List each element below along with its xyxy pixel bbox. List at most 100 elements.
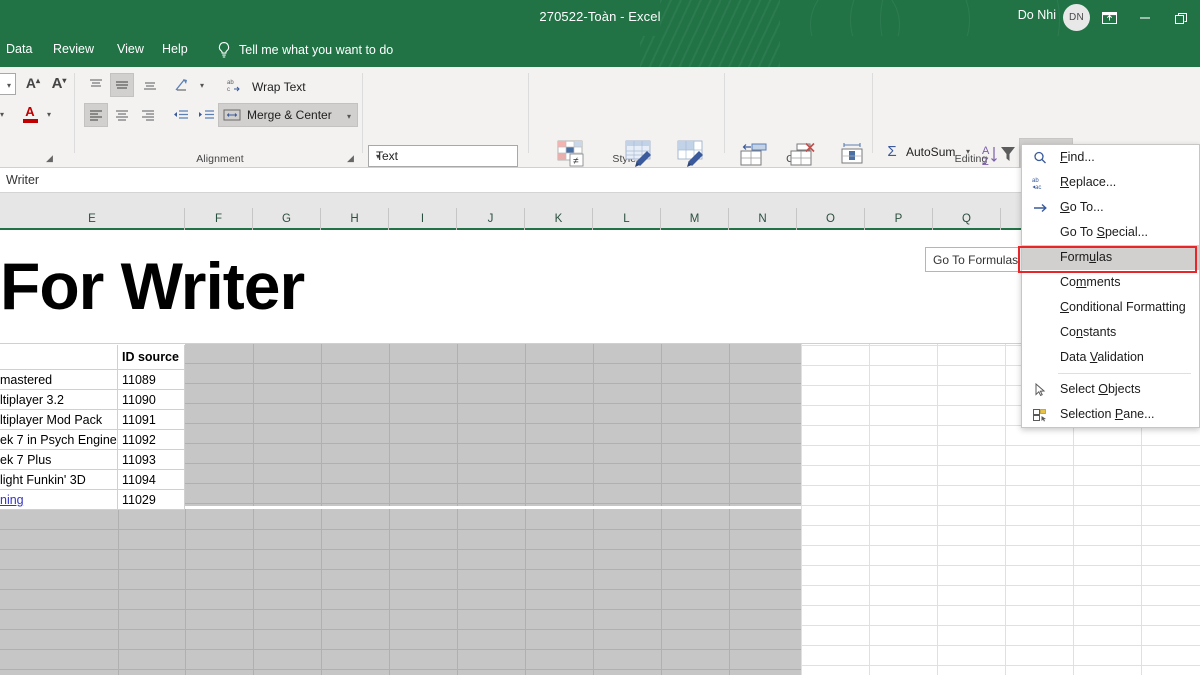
menu-item-conditional-formatting[interactable]: Conditional Formatting xyxy=(1022,295,1199,320)
decrease-indent-icon[interactable] xyxy=(168,103,192,127)
menu-item-label: Comments xyxy=(1060,275,1121,289)
menu-item-select-objects[interactable]: Select Objects xyxy=(1022,377,1199,402)
table-row[interactable]: light Funkin' 3D 11094 xyxy=(0,470,1200,490)
menu-item-formulas[interactable]: Formulas xyxy=(1022,245,1199,270)
increase-font-size-icon[interactable]: A▴ xyxy=(22,73,44,95)
cell-name[interactable] xyxy=(0,345,118,370)
find-and-select-menu[interactable]: Find... ab ac Replace... Go To... Go To Speci… xyxy=(1021,144,1200,428)
menu-item-go-to-special[interactable]: Go To Special... xyxy=(1022,220,1199,245)
tab-help[interactable]: Help xyxy=(162,42,188,56)
table-row[interactable]: ek 7 Plus 11093 xyxy=(0,450,1200,470)
increase-indent-icon[interactable] xyxy=(194,103,218,127)
orientation-icon[interactable] xyxy=(170,73,196,97)
fill-color-chevron-down-icon[interactable]: ▾ xyxy=(0,110,4,119)
ribbon-group-font: ▾ A▴ A▾ ▾ A ▾ ◢ xyxy=(0,67,70,168)
alignment-dialog-launcher[interactable]: ◢ xyxy=(347,153,358,164)
cell-name[interactable]: ek 7 in Psych Engine xyxy=(0,430,118,450)
table-row[interactable]: ning 11029 xyxy=(0,490,1200,510)
cell-id-source[interactable]: 11029 xyxy=(118,490,185,510)
tell-me-input[interactable]: Tell me what you want to do xyxy=(239,43,393,57)
cell-name[interactable]: ltiplayer Mod Pack xyxy=(0,410,118,430)
number-format-chevron-down-icon[interactable]: ▾ xyxy=(376,152,511,161)
menu-item-replace[interactable]: ab ac Replace... xyxy=(1022,170,1199,195)
orientation-chevron-down-icon[interactable]: ▾ xyxy=(200,81,204,90)
column-header-q[interactable]: Q xyxy=(933,208,1001,230)
spreadsheet-grid[interactable]: For Writer ID source mastered 11089 ltiplay… xyxy=(0,230,1200,675)
merge-and-center-button[interactable]: Merge & Center ▾ xyxy=(218,103,358,127)
ribbon: ▾ A▴ A▾ ▾ A ▾ ◢ ▾ ab c Wrap Text Merge &… xyxy=(0,67,1200,214)
menu-item-label: Replace... xyxy=(1060,175,1117,189)
font-color-chevron-down-icon[interactable]: ▾ xyxy=(47,110,51,119)
align-top-icon[interactable] xyxy=(84,73,108,97)
column-header-j[interactable]: J xyxy=(457,208,525,230)
align-bottom-icon[interactable] xyxy=(138,73,162,97)
svg-text:c: c xyxy=(227,87,230,93)
hyperlink[interactable]: ning xyxy=(0,493,24,507)
align-left-icon[interactable] xyxy=(84,103,108,127)
column-header-o[interactable]: O xyxy=(797,208,865,230)
cell-id-source[interactable]: ID source xyxy=(118,345,185,370)
minimize-icon[interactable] xyxy=(1128,5,1162,31)
cell-id-source[interactable]: 11090 xyxy=(118,390,185,410)
decrease-font-size-icon[interactable]: A▾ xyxy=(48,73,70,95)
column-header-m[interactable]: M xyxy=(661,208,729,230)
merge-center-chevron-down-icon[interactable]: ▾ xyxy=(347,112,351,121)
table-row[interactable]: ltiplayer 3.2 11090 xyxy=(0,390,1200,410)
cell-name[interactable]: ning xyxy=(0,490,118,510)
column-header-f[interactable]: F xyxy=(185,208,253,230)
cell-id-source[interactable]: 11091 xyxy=(118,410,185,430)
column-header-i[interactable]: I xyxy=(389,208,457,230)
menu-item-selection-pane[interactable]: Selection Pane... xyxy=(1022,402,1199,427)
cell-id-source[interactable]: 11092 xyxy=(118,430,185,450)
tab-data[interactable]: Data xyxy=(6,42,32,56)
formula-bar[interactable]: Writer xyxy=(0,168,1200,193)
column-header-h[interactable]: H xyxy=(321,208,389,230)
table-row[interactable]: ltiplayer Mod Pack 11091 xyxy=(0,410,1200,430)
menu-item-find[interactable]: Find... xyxy=(1022,145,1199,170)
cell-name[interactable]: light Funkin' 3D xyxy=(0,470,118,490)
menu-item-constants[interactable]: Constants xyxy=(1022,320,1199,345)
column-header-k[interactable]: K xyxy=(525,208,593,230)
cell-id-source[interactable]: 11094 xyxy=(118,470,185,490)
autosum-icon[interactable]: Σ xyxy=(882,141,902,161)
search-icon xyxy=(1029,145,1051,170)
font-color-icon[interactable]: A xyxy=(18,101,42,127)
column-header-e[interactable]: E xyxy=(0,208,185,230)
menu-item-go-to[interactable]: Go To... xyxy=(1022,195,1199,220)
cell-name[interactable]: ek 7 Plus xyxy=(0,450,118,470)
lightbulb-icon[interactable] xyxy=(216,41,232,64)
font-size-box[interactable]: ▾ xyxy=(0,73,16,95)
cell-id-source[interactable]: 11089 xyxy=(118,370,185,390)
selection-pane-icon xyxy=(1029,402,1051,427)
column-header-p[interactable]: P xyxy=(865,208,933,230)
table-row[interactable]: ek 7 in Psych Engine 11092 xyxy=(0,430,1200,450)
wrap-text-label[interactable]: Wrap Text xyxy=(232,80,306,94)
tab-view[interactable]: View xyxy=(117,42,144,56)
menu-separator xyxy=(1058,373,1191,374)
restore-icon[interactable] xyxy=(1164,5,1198,31)
align-right-icon[interactable] xyxy=(136,103,160,127)
menu-item-data-validation[interactable]: Data Validation xyxy=(1022,345,1199,370)
cell-name[interactable]: ltiplayer 3.2 xyxy=(0,390,118,410)
font-dialog-launcher[interactable]: ◢ xyxy=(46,153,57,164)
ribbon-tabs: Data Review View Help Tell me what you w… xyxy=(0,36,1200,67)
align-center-icon[interactable] xyxy=(110,103,134,127)
tooltip: Go To Formulas xyxy=(925,247,1027,272)
ribbon-display-options-icon[interactable] xyxy=(1092,5,1126,31)
cell-name[interactable]: mastered xyxy=(0,370,118,390)
autosum-label[interactable]: AutoSum xyxy=(906,145,955,159)
number-format-select[interactable]: Text ▾ xyxy=(368,145,518,167)
table-header-row[interactable]: ID source xyxy=(0,345,1200,370)
table-row[interactable]: mastered 11089 xyxy=(0,370,1200,390)
column-header-l[interactable]: L xyxy=(593,208,661,230)
autosum-chevron-down-icon[interactable]: ▾ xyxy=(966,147,970,156)
column-header-n[interactable]: N xyxy=(729,208,797,230)
align-middle-icon[interactable] xyxy=(110,73,134,97)
cell-id-source[interactable]: 11093 xyxy=(118,450,185,470)
user-name[interactable]: Do Nhi xyxy=(1018,8,1056,22)
tab-review[interactable]: Review xyxy=(53,42,94,56)
menu-item-comments[interactable]: Comments xyxy=(1022,270,1199,295)
avatar[interactable]: DN xyxy=(1063,4,1090,31)
column-header-g[interactable]: G xyxy=(253,208,321,230)
cursor-arrow-icon xyxy=(1029,377,1051,402)
